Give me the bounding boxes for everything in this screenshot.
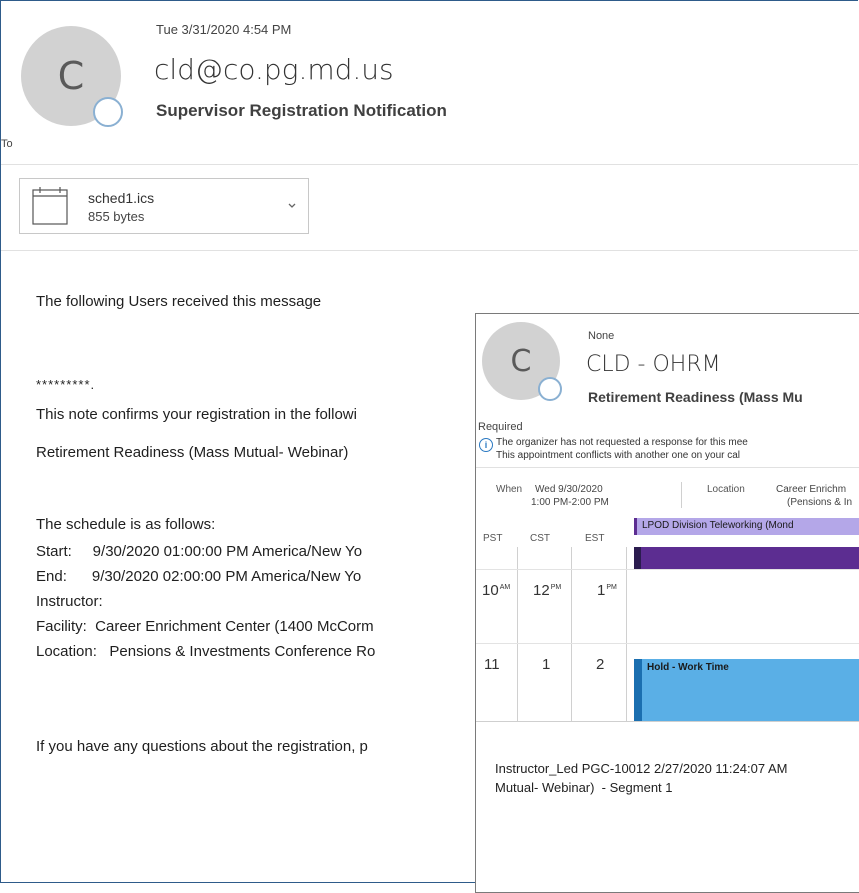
body-line-stars: *********. [36,377,96,392]
organizer-avatar-letter: C [510,343,532,379]
attachment-card[interactable]: sched1.ics 855 bytes [19,178,309,234]
tz-sep-1 [517,547,518,721]
all-day-event[interactable]: LPOD Division Teleworking (Mond [634,518,859,535]
info-conflict: This appointment conflicts with another … [496,450,741,461]
when-separator [681,482,682,508]
time-pst-10-hour: 10 [482,582,499,599]
time-est-1-hour: 1 [597,582,606,599]
tz-pst: PST [483,533,503,544]
attachment-divider [1,250,858,251]
calendar-bottom-line [476,721,859,722]
chevron-down-icon[interactable] [288,203,296,209]
body-line-users: The following Users received this messag… [36,293,322,310]
body-line-questions: If you have any questions about the regi… [36,738,368,755]
tz-sep-3 [626,547,627,721]
time-pst-10-ampm: AM [499,584,511,591]
busy-block-marker [634,547,641,569]
presence-icon [93,97,123,127]
notes-line1: Instructor_Led PGC-10012 2/27/2020 11:24… [495,761,788,776]
calendar-file-icon [32,187,68,225]
tz-cst: CST [530,533,550,544]
info-no-response: The organizer has not requested a respon… [496,437,748,448]
time-cst-1: 1 [542,656,551,673]
location-line2: (Pensions & In [787,497,853,508]
info-icon: i [479,438,493,452]
time-cst-12-hour: 12 [533,582,550,599]
hour-line-2 [476,643,859,644]
header-divider [1,164,858,165]
time-pst-11: 11 [484,656,500,673]
when-time: 1:00 PM-2:00 PM [531,497,609,508]
time-pst-10: 10AM [482,582,510,599]
tz-sep-2 [571,547,572,721]
tz-est: EST [585,533,605,544]
info-divider [476,467,859,468]
location-label: Location [707,484,745,495]
body-line-schedule: The schedule is as follows: [36,516,216,533]
body-line-course: Retirement Readiness (Mass Mutual- Webin… [36,444,349,461]
required-label[interactable]: Required [478,421,523,433]
hold-event-label: Hold - Work Time [647,662,729,673]
busy-block[interactable] [634,547,859,569]
body-line-facility: Facility: Career Enrichment Center (1400… [36,618,374,635]
response-status: None [588,330,615,342]
time-cst-12-ampm: PM [550,584,562,591]
email-subject: Supervisor Registration Notification [156,101,447,120]
time-est-1: 1PM [597,582,617,599]
body-line-confirms: This note confirms your registration in … [36,406,357,423]
email-datetime: Tue 3/31/2020 4:54 PM [156,22,292,37]
body-line-instructor: Instructor: [36,593,103,610]
body-line-start: Start: 9/30/2020 01:00:00 PM America/New… [36,543,363,560]
presence-icon [538,377,562,401]
body-line-location: Location: Pensions & Investments Confere… [36,643,376,660]
all-day-event-label: LPOD Division Teleworking (Mond [642,520,794,531]
time-cst-12: 12PM [533,582,561,599]
location-line1: Career Enrichm [776,484,847,495]
hour-line-1 [476,569,859,570]
meeting-title: Retirement Readiness (Mass Mu [588,389,803,405]
attachment-name: sched1.ics [88,190,155,206]
when-date: Wed 9/30/2020 [535,484,603,495]
when-label: When [496,484,523,495]
attachment-size: 855 bytes [88,209,145,224]
sender-address[interactable]: cld@co.pg.md.us [154,53,394,86]
time-est-1-ampm: PM [606,584,617,591]
body-line-end: End: 9/30/2020 02:00:00 PM America/New Y… [36,568,362,585]
hold-event[interactable]: Hold - Work Time [634,659,859,721]
organizer-name[interactable]: CLD - OHRM [586,352,721,377]
meeting-window: C None CLD - OHRM Retirement Readiness (… [475,313,859,893]
to-label[interactable]: To [1,138,13,150]
notes-line2: Mutual- Webinar) - Segment 1 [495,780,673,795]
time-est-2: 2 [596,656,605,673]
sender-avatar-letter: C [57,54,85,98]
